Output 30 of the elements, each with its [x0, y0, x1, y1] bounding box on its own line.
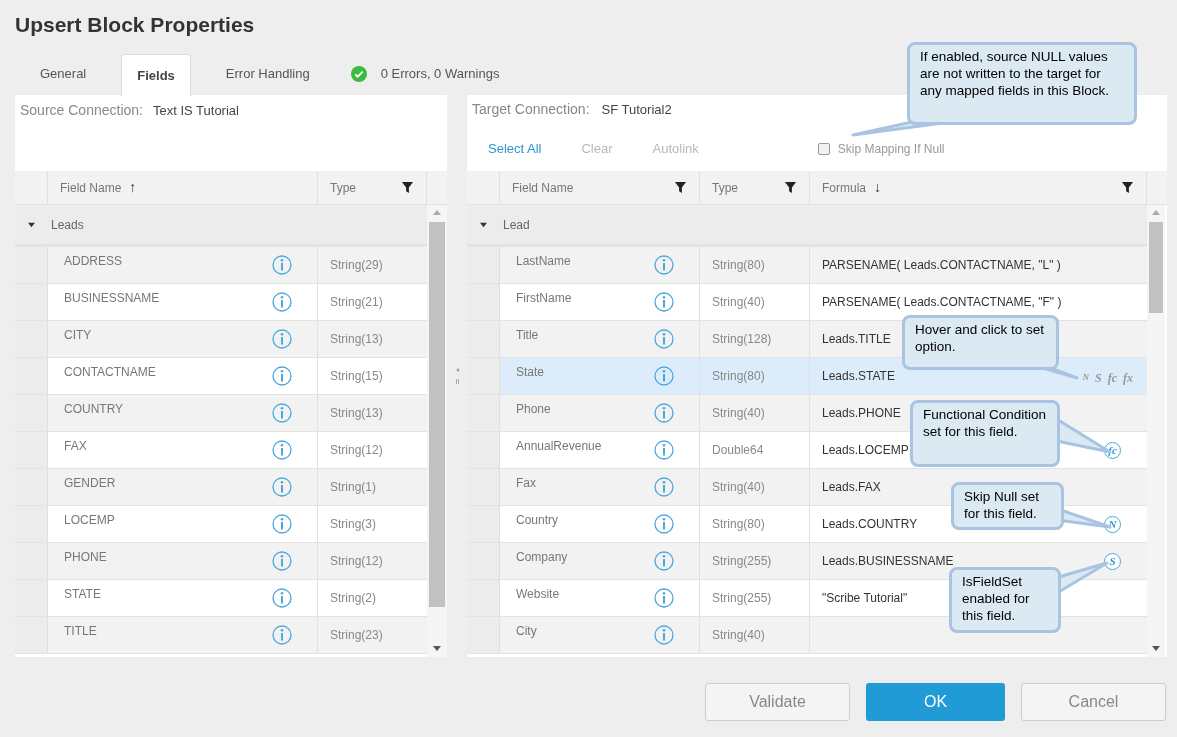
field-type: String(80) — [712, 516, 765, 533]
field-type: String(15) — [330, 368, 383, 385]
field-type: String(255) — [712, 553, 772, 570]
field-type: String(80) — [712, 257, 765, 274]
validation-status: 0 Errors, 0 Warnings — [380, 65, 500, 84]
field-type: String(128) — [712, 331, 772, 348]
field-type: String(12) — [330, 442, 383, 459]
source-connection-value: Text IS Tutorial — [152, 102, 239, 120]
field-type: String(40) — [712, 405, 765, 422]
field-type: String(13) — [330, 331, 383, 348]
field-type: String(12) — [330, 553, 383, 570]
field-type: String(13) — [330, 405, 383, 422]
callout-tooltip: Skip Null set for this field. — [951, 482, 1064, 530]
field-type: String(23) — [330, 627, 383, 644]
field-type: String(29) — [330, 257, 383, 274]
field-type: String(255) — [712, 590, 772, 607]
field-type: String(3) — [330, 516, 376, 533]
field-type: Double64 — [712, 442, 764, 459]
field-type: String(40) — [712, 294, 765, 311]
field-type: String(40) — [712, 479, 765, 496]
field-type: String(21) — [330, 294, 383, 311]
source-connection-label: Source Connection: — [20, 101, 143, 120]
field-type: String(40) — [712, 627, 765, 644]
field-type: String(80) — [712, 368, 765, 385]
field-type: String(1) — [330, 479, 376, 496]
dialog-title: Upsert Block Properties — [15, 12, 255, 39]
target-connection-label: Target Connection: — [472, 100, 590, 119]
callout-tooltip: IsFieldSet enabled for this field. — [949, 567, 1061, 633]
field-type: String(2) — [330, 590, 376, 607]
target-connection-value: SF Tutorial2 — [601, 101, 672, 119]
